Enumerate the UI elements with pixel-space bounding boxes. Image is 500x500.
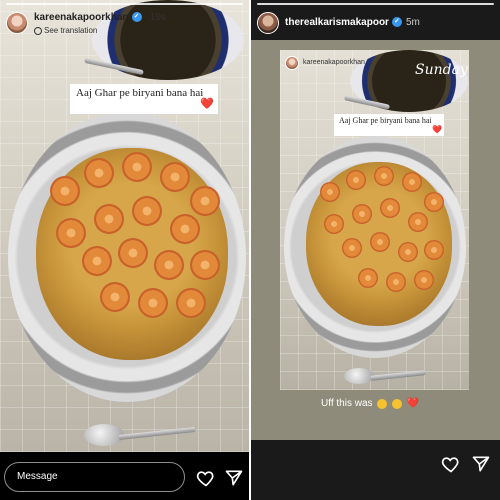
- orange-slice: [408, 212, 428, 232]
- see-translation-link[interactable]: See translation: [34, 26, 97, 35]
- caption-text: Aaj Ghar pe biryani bana hai: [339, 116, 432, 125]
- orange-slice: [138, 288, 168, 318]
- orange-slice: [342, 238, 362, 258]
- avatar[interactable]: [6, 12, 28, 34]
- orange-slice: [132, 196, 162, 226]
- orange-slice: [94, 204, 124, 234]
- username-text: therealkarismakapoor: [285, 17, 389, 28]
- story-time: 19s: [150, 12, 167, 23]
- story-progress-bar: [6, 3, 243, 5]
- right-story-panel: therealkarismakapoor ✓ 5m kareenakapoork…: [251, 0, 500, 500]
- orange-slice: [370, 232, 390, 252]
- orange-slice: [84, 158, 114, 188]
- orange-slice: [358, 268, 378, 288]
- heart-emoji: ❤️: [432, 125, 442, 134]
- story-comparison: kareenakapoorkhan ✓ 19s See translation A…: [0, 0, 500, 500]
- avatar[interactable]: [257, 12, 279, 34]
- story-time: 5m: [406, 17, 420, 28]
- see-translation-label: See translation: [44, 26, 98, 35]
- heart-outline-icon[interactable]: [196, 468, 216, 488]
- orange-slice: [118, 238, 148, 268]
- username-text: kareenakapoorkhan: [34, 12, 129, 23]
- orange-slice: [82, 246, 112, 276]
- orange-slice: [374, 166, 394, 186]
- orange-slice: [380, 198, 400, 218]
- orange-slice: [324, 214, 344, 234]
- sunday-sticker: Sunday: [415, 62, 468, 78]
- orange-slice: [56, 218, 86, 248]
- orange-slice: [424, 192, 444, 212]
- left-story-image: kareenakapoorkhan ✓ 19s See translation A…: [0, 0, 249, 452]
- orange-slice: [154, 250, 184, 280]
- yum-emoji: [392, 398, 403, 409]
- yum-emoji: [377, 398, 388, 409]
- send-icon[interactable]: [471, 454, 491, 474]
- story-progress-bar: [257, 3, 494, 5]
- orange-slice: [100, 282, 130, 312]
- orange-slice: [398, 242, 418, 262]
- message-bar: Message: [0, 452, 249, 500]
- orange-slice: [190, 186, 220, 216]
- globe-icon: [34, 26, 42, 35]
- avatar: [285, 56, 299, 70]
- orange-slice: [386, 272, 406, 292]
- reshared-story[interactable]: kareenakapoorkhan Sunday Aaj Ghar pe bir…: [280, 50, 469, 390]
- orange-slice: [160, 162, 190, 192]
- orange-slice: [176, 288, 206, 318]
- orange-slice: [402, 172, 422, 192]
- story-caption: Aaj Ghar pe biryani bana hai: [70, 84, 218, 114]
- orange-slice: [352, 204, 372, 224]
- reply-text: Uff this was: [321, 398, 373, 410]
- orange-slice: [170, 214, 200, 244]
- heart-emoji: ❤️: [200, 98, 214, 110]
- story-actions: [251, 440, 500, 500]
- orange-slice: [346, 170, 366, 190]
- message-placeholder: Message: [17, 471, 58, 482]
- nested-username: kareenakapoorkhan: [303, 59, 365, 66]
- orange-slice: [414, 270, 434, 290]
- orange-slice: [190, 250, 220, 280]
- message-input[interactable]: Message: [4, 462, 185, 492]
- orange-slice: [50, 176, 80, 206]
- verified-badge-icon: ✓: [131, 12, 142, 23]
- story-caption: Aaj Ghar pe biryani bana hai: [334, 114, 444, 136]
- caption-text: Aaj Ghar pe biryani bana hai: [76, 87, 204, 99]
- heart-emoji: ❤️: [406, 398, 420, 409]
- story-username[interactable]: kareenakapoorkhan ✓: [34, 12, 142, 23]
- orange-slice: [122, 152, 152, 182]
- send-icon[interactable]: [224, 468, 244, 488]
- left-story-panel: kareenakapoorkhan ✓ 19s See translation A…: [0, 0, 249, 500]
- story-text-overlay: Uff this was ❤️: [321, 398, 419, 409]
- story-username[interactable]: therealkarismakapoor ✓: [285, 17, 402, 28]
- orange-slice: [424, 240, 444, 260]
- verified-badge-icon: ✓: [391, 17, 402, 28]
- orange-slice: [320, 182, 340, 202]
- heart-outline-icon[interactable]: [441, 454, 461, 474]
